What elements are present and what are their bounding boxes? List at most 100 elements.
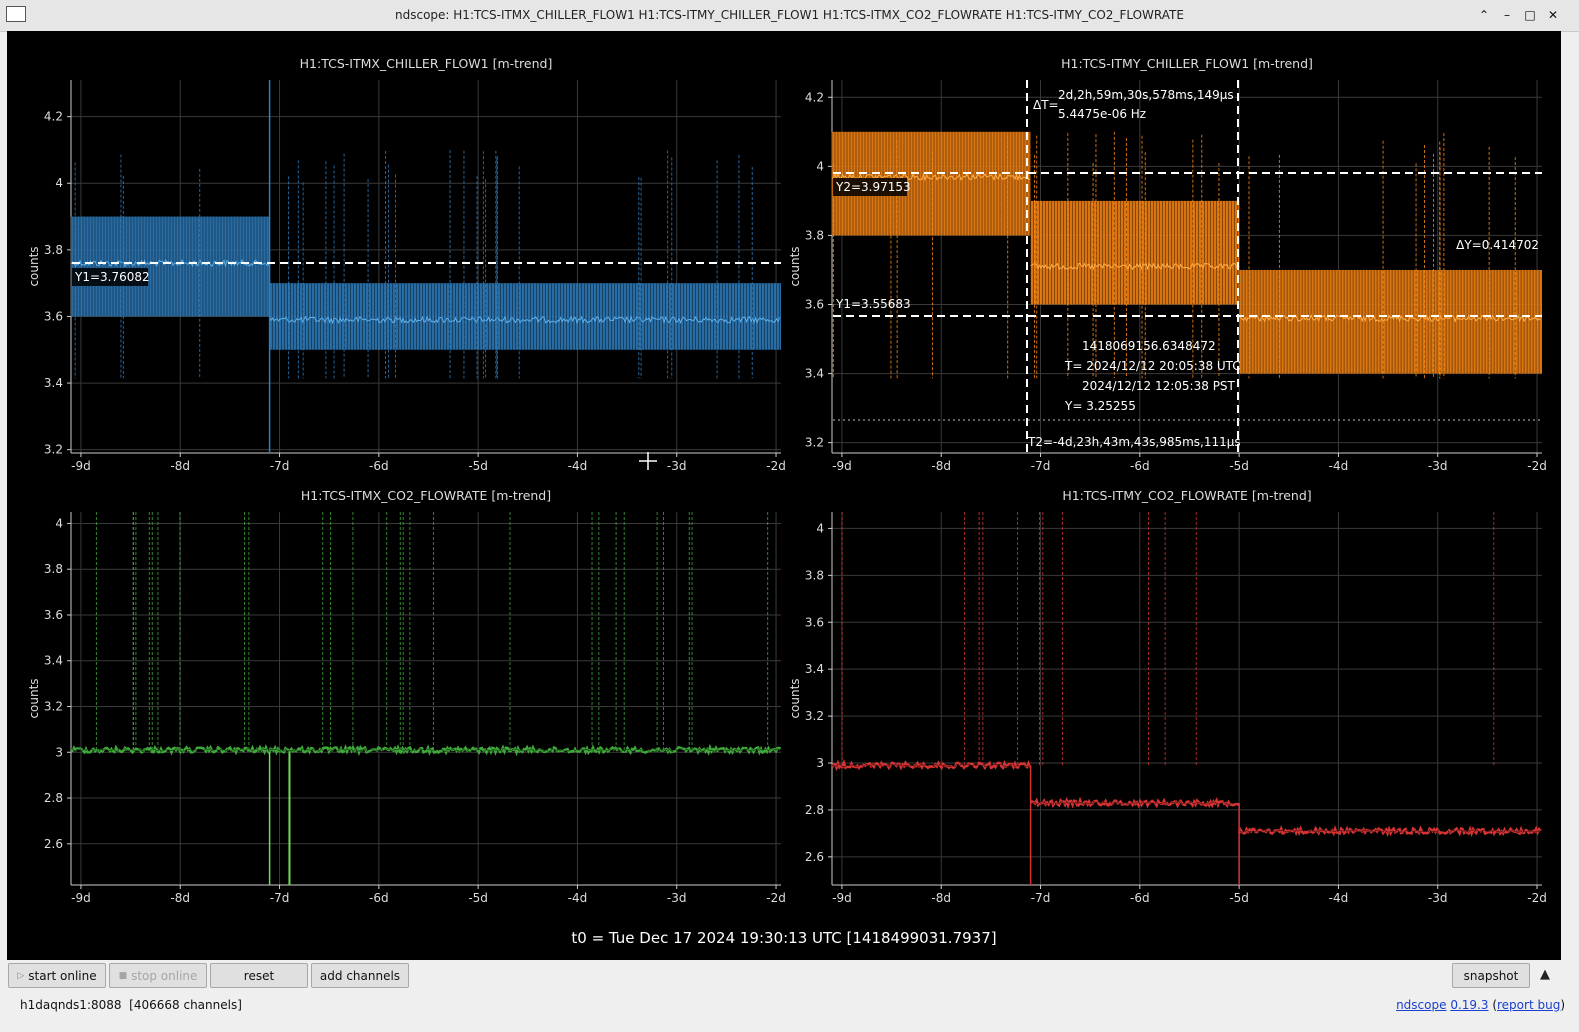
y-tick-label: 3.2 <box>44 443 63 457</box>
y-tick-label: 3.6 <box>805 615 824 629</box>
y-tick-label: 4.2 <box>44 110 63 124</box>
y-tick-label: 3.4 <box>44 654 63 668</box>
envelope-band <box>1239 269 1542 374</box>
plot-1[interactable]: H1:TCS-ITMX_CHILLER_FLOW1 [m-trend] count… <box>27 56 786 473</box>
version-link[interactable]: 0.19.3 <box>1450 998 1488 1012</box>
envelope-hatch <box>1238 269 1540 374</box>
x-tick-label: -9d <box>71 891 91 905</box>
y-tick-label: 3.6 <box>805 297 824 311</box>
y-axis-label: counts <box>27 246 41 286</box>
report-bug-link[interactable]: report bug <box>1497 998 1560 1012</box>
close-icon[interactable]: ✕ <box>1543 5 1563 25</box>
series-line <box>70 743 782 757</box>
y-tick-label: 2.8 <box>44 791 63 805</box>
window-title: ndscope: H1:TCS-ITMX_CHILLER_FLOW1 H1:TC… <box>395 8 1184 22</box>
y-tick-label: 3.4 <box>805 662 824 676</box>
plot-title: H1:TCS-ITMY_CHILLER_FLOW1 [m-trend] <box>1061 56 1313 71</box>
plot2-y-readout: Y= 3.25255 <box>1064 399 1136 413</box>
t0-label: t0 = Tue Dec 17 2024 19:30:13 UTC [14184… <box>571 929 996 947</box>
add-channels-button[interactable]: add channels <box>311 963 409 988</box>
y-tick-label: 3.2 <box>805 709 824 723</box>
plot-area[interactable]: H1:TCS-ITMX_CHILLER_FLOW1 [m-trend] count… <box>7 31 1561 960</box>
maximize-icon[interactable]: □ <box>1520 5 1540 25</box>
y-tick-label: 3.8 <box>805 568 824 582</box>
x-tick-label: -2d <box>766 891 786 905</box>
y-tick-label: 3.8 <box>44 243 63 257</box>
x-tick-label: -7d <box>270 459 290 473</box>
y-axis-label: counts <box>788 246 802 286</box>
x-tick-label: -3d <box>667 891 687 905</box>
x-tick-label: -3d <box>1428 459 1448 473</box>
plot1-y1-label: Y1=3.76082 <box>74 270 150 284</box>
y-tick-label: 4 <box>816 521 824 535</box>
y-tick-label: 3.4 <box>44 376 63 390</box>
x-tick-label: -6d <box>369 891 389 905</box>
y-tick-label: 3.4 <box>805 367 824 381</box>
x-tick-label: -5d <box>468 459 488 473</box>
plot2-freq: 5.4475e-06 Hz <box>1058 107 1146 121</box>
x-tick-label: -6d <box>1130 459 1150 473</box>
y-tick-label: 3 <box>816 756 824 770</box>
plot2-y2-label: Y2=3.97153 <box>835 180 911 194</box>
y-tick-label: 3.6 <box>44 309 63 323</box>
envelope-hatch <box>70 216 270 317</box>
y-tick-label: 3.2 <box>805 436 824 450</box>
x-tick-label: -9d <box>832 891 852 905</box>
window-titlebar: ndscope: H1:TCS-ITMX_CHILLER_FLOW1 H1:TC… <box>0 0 1579 32</box>
y-axis-label: counts <box>788 678 802 718</box>
y-tick-label: 2.8 <box>805 803 824 817</box>
plot2-t2-label: T2=-4d,23h,43m,43s,985ms,111μs <box>1027 435 1241 449</box>
plot-title: H1:TCS-ITMY_CO2_FLOWRATE [m-trend] <box>1062 488 1311 503</box>
start-online-button[interactable]: ▷ start online <box>8 963 106 988</box>
plot2-gps: 1418069156.6348472 <box>1082 339 1216 353</box>
y-tick-label: 2.6 <box>44 837 63 851</box>
y-tick-label: 3.2 <box>44 700 63 714</box>
plot-3[interactable]: H1:TCS-ITMX_CO2_FLOWRATE [m-trend] counts… <box>27 488 786 905</box>
stop-online-button[interactable]: ■ stop online <box>109 963 207 988</box>
y-tick-label: 4.2 <box>805 90 824 104</box>
x-tick-label: -8d <box>931 459 951 473</box>
y-tick-label: 4 <box>816 159 824 173</box>
x-tick-label: -2d <box>1527 891 1547 905</box>
shade-icon[interactable]: ⌃ <box>1474 5 1494 25</box>
x-tick-label: -6d <box>369 459 389 473</box>
y-tick-label: 3.8 <box>805 228 824 242</box>
y-tick-label: 2.6 <box>805 850 824 864</box>
plot2-dy: ΔY=0.414702 <box>1456 238 1539 252</box>
y-tick-label: 4 <box>55 176 63 190</box>
plot2-y1-label: Y1=3.55683 <box>835 297 911 311</box>
x-tick-label: -2d <box>1527 459 1547 473</box>
minimize-icon[interactable]: – <box>1497 5 1517 25</box>
y-axis-label: counts <box>27 678 41 718</box>
plot-title: H1:TCS-ITMX_CO2_FLOWRATE [m-trend] <box>301 488 551 503</box>
plot2-t-utc: T= 2024/12/12 20:05:38 UTC <box>1064 359 1241 373</box>
x-tick-label: -6d <box>1130 891 1150 905</box>
plot2-t-pst: 2024/12/12 12:05:38 PST <box>1082 379 1236 393</box>
x-tick-label: -8d <box>170 891 190 905</box>
status-server: h1daqnds1:8088 [406668 channels] <box>20 998 242 1012</box>
status-version: ndscope 0.19.3 (report bug) <box>1396 998 1565 1012</box>
x-tick-label: -3d <box>1428 891 1448 905</box>
y-tick-label: 4 <box>55 516 63 530</box>
plot-4[interactable]: H1:TCS-ITMY_CO2_FLOWRATE [m-trend] counts… <box>788 488 1547 905</box>
snapshot-button[interactable]: snapshot <box>1452 963 1530 988</box>
x-tick-label: -8d <box>931 891 951 905</box>
play-icon: ▷ <box>17 970 25 981</box>
x-tick-label: -4d <box>1329 459 1349 473</box>
plot-2[interactable]: H1:TCS-ITMY_CHILLER_FLOW1 [m-trend] count… <box>788 56 1547 473</box>
stop-icon: ■ <box>118 970 128 981</box>
expand-icon[interactable]: ▲ <box>1540 967 1550 982</box>
reset-button[interactable]: reset <box>210 963 308 988</box>
x-tick-label: -7d <box>1031 891 1051 905</box>
plot2-dt-value: 2d,2h,59m,30s,578ms,149μs <box>1058 88 1234 102</box>
ndscope-link[interactable]: ndscope <box>1396 998 1446 1012</box>
x-tick-label: -4d <box>568 891 588 905</box>
x-tick-label: -4d <box>568 459 588 473</box>
x-tick-label: -5d <box>1229 891 1249 905</box>
x-tick-label: -7d <box>1031 459 1051 473</box>
plot2-dt-label: ΔT= <box>1033 98 1059 112</box>
mouse-cursor-icon <box>639 452 657 470</box>
x-tick-label: -5d <box>468 891 488 905</box>
x-tick-label: -9d <box>832 459 852 473</box>
x-tick-label: -3d <box>667 459 687 473</box>
